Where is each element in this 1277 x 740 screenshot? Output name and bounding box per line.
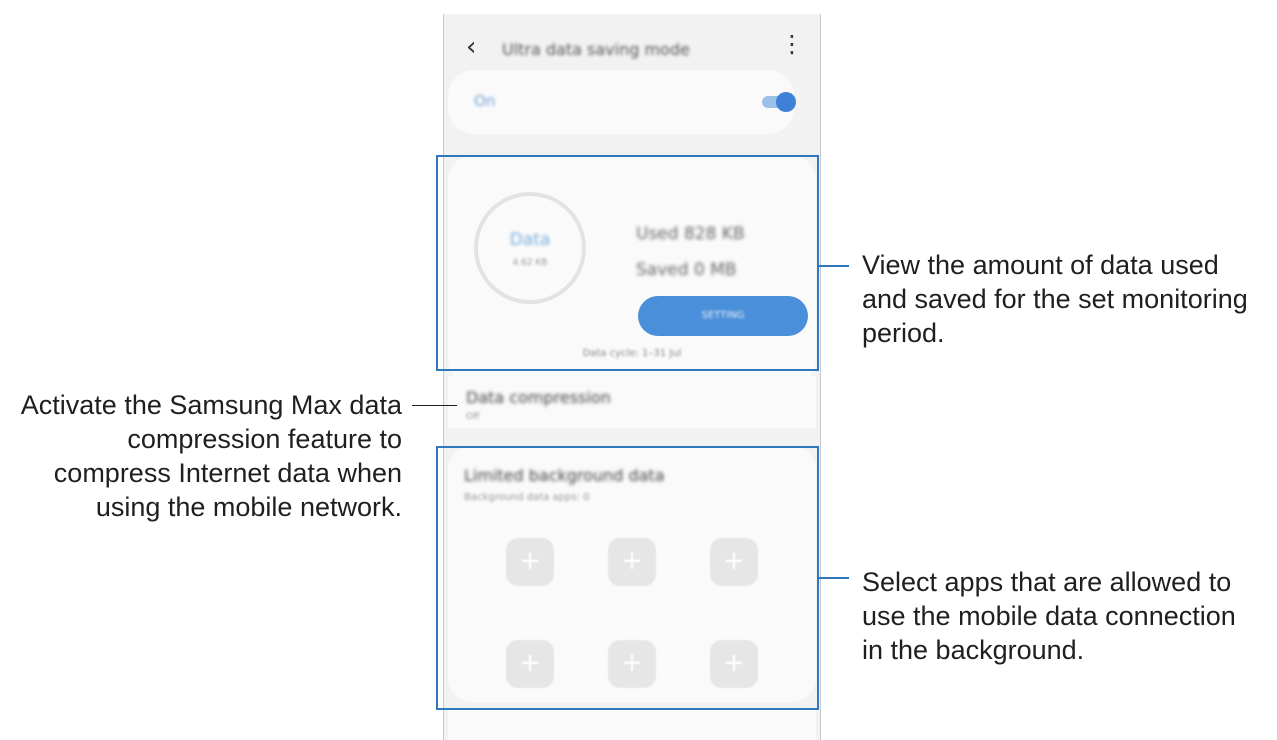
compression-callout: Activate the Samsung Max data compressio… (20, 390, 402, 522)
compression-status: Off (466, 412, 480, 422)
page-title: Ultra data saving mode (502, 40, 690, 59)
data-compression-item[interactable]: Data compression Off (448, 376, 816, 428)
stats-callout: View the amount of data used and saved f… (862, 250, 1248, 348)
chevron-left-icon[interactable]: ‹ (466, 34, 476, 60)
apps-highlight-box (436, 446, 819, 710)
apps-leader-line (819, 577, 849, 579)
master-toggle-card[interactable]: On (448, 70, 796, 134)
toggle-label: On (474, 92, 496, 110)
compression-leader-line (412, 405, 457, 406)
bottom-card-edge (448, 710, 816, 740)
app-bar: ‹ Ultra data saving mode ⋮ (444, 26, 820, 74)
apps-callout: Select apps that are allowed to use the … (862, 567, 1236, 665)
more-vert-icon[interactable]: ⋮ (780, 32, 804, 56)
compression-title: Data compression (466, 388, 611, 407)
stats-highlight-box (436, 155, 819, 371)
stats-leader-line (819, 265, 849, 267)
toggle-knob[interactable] (776, 92, 796, 112)
